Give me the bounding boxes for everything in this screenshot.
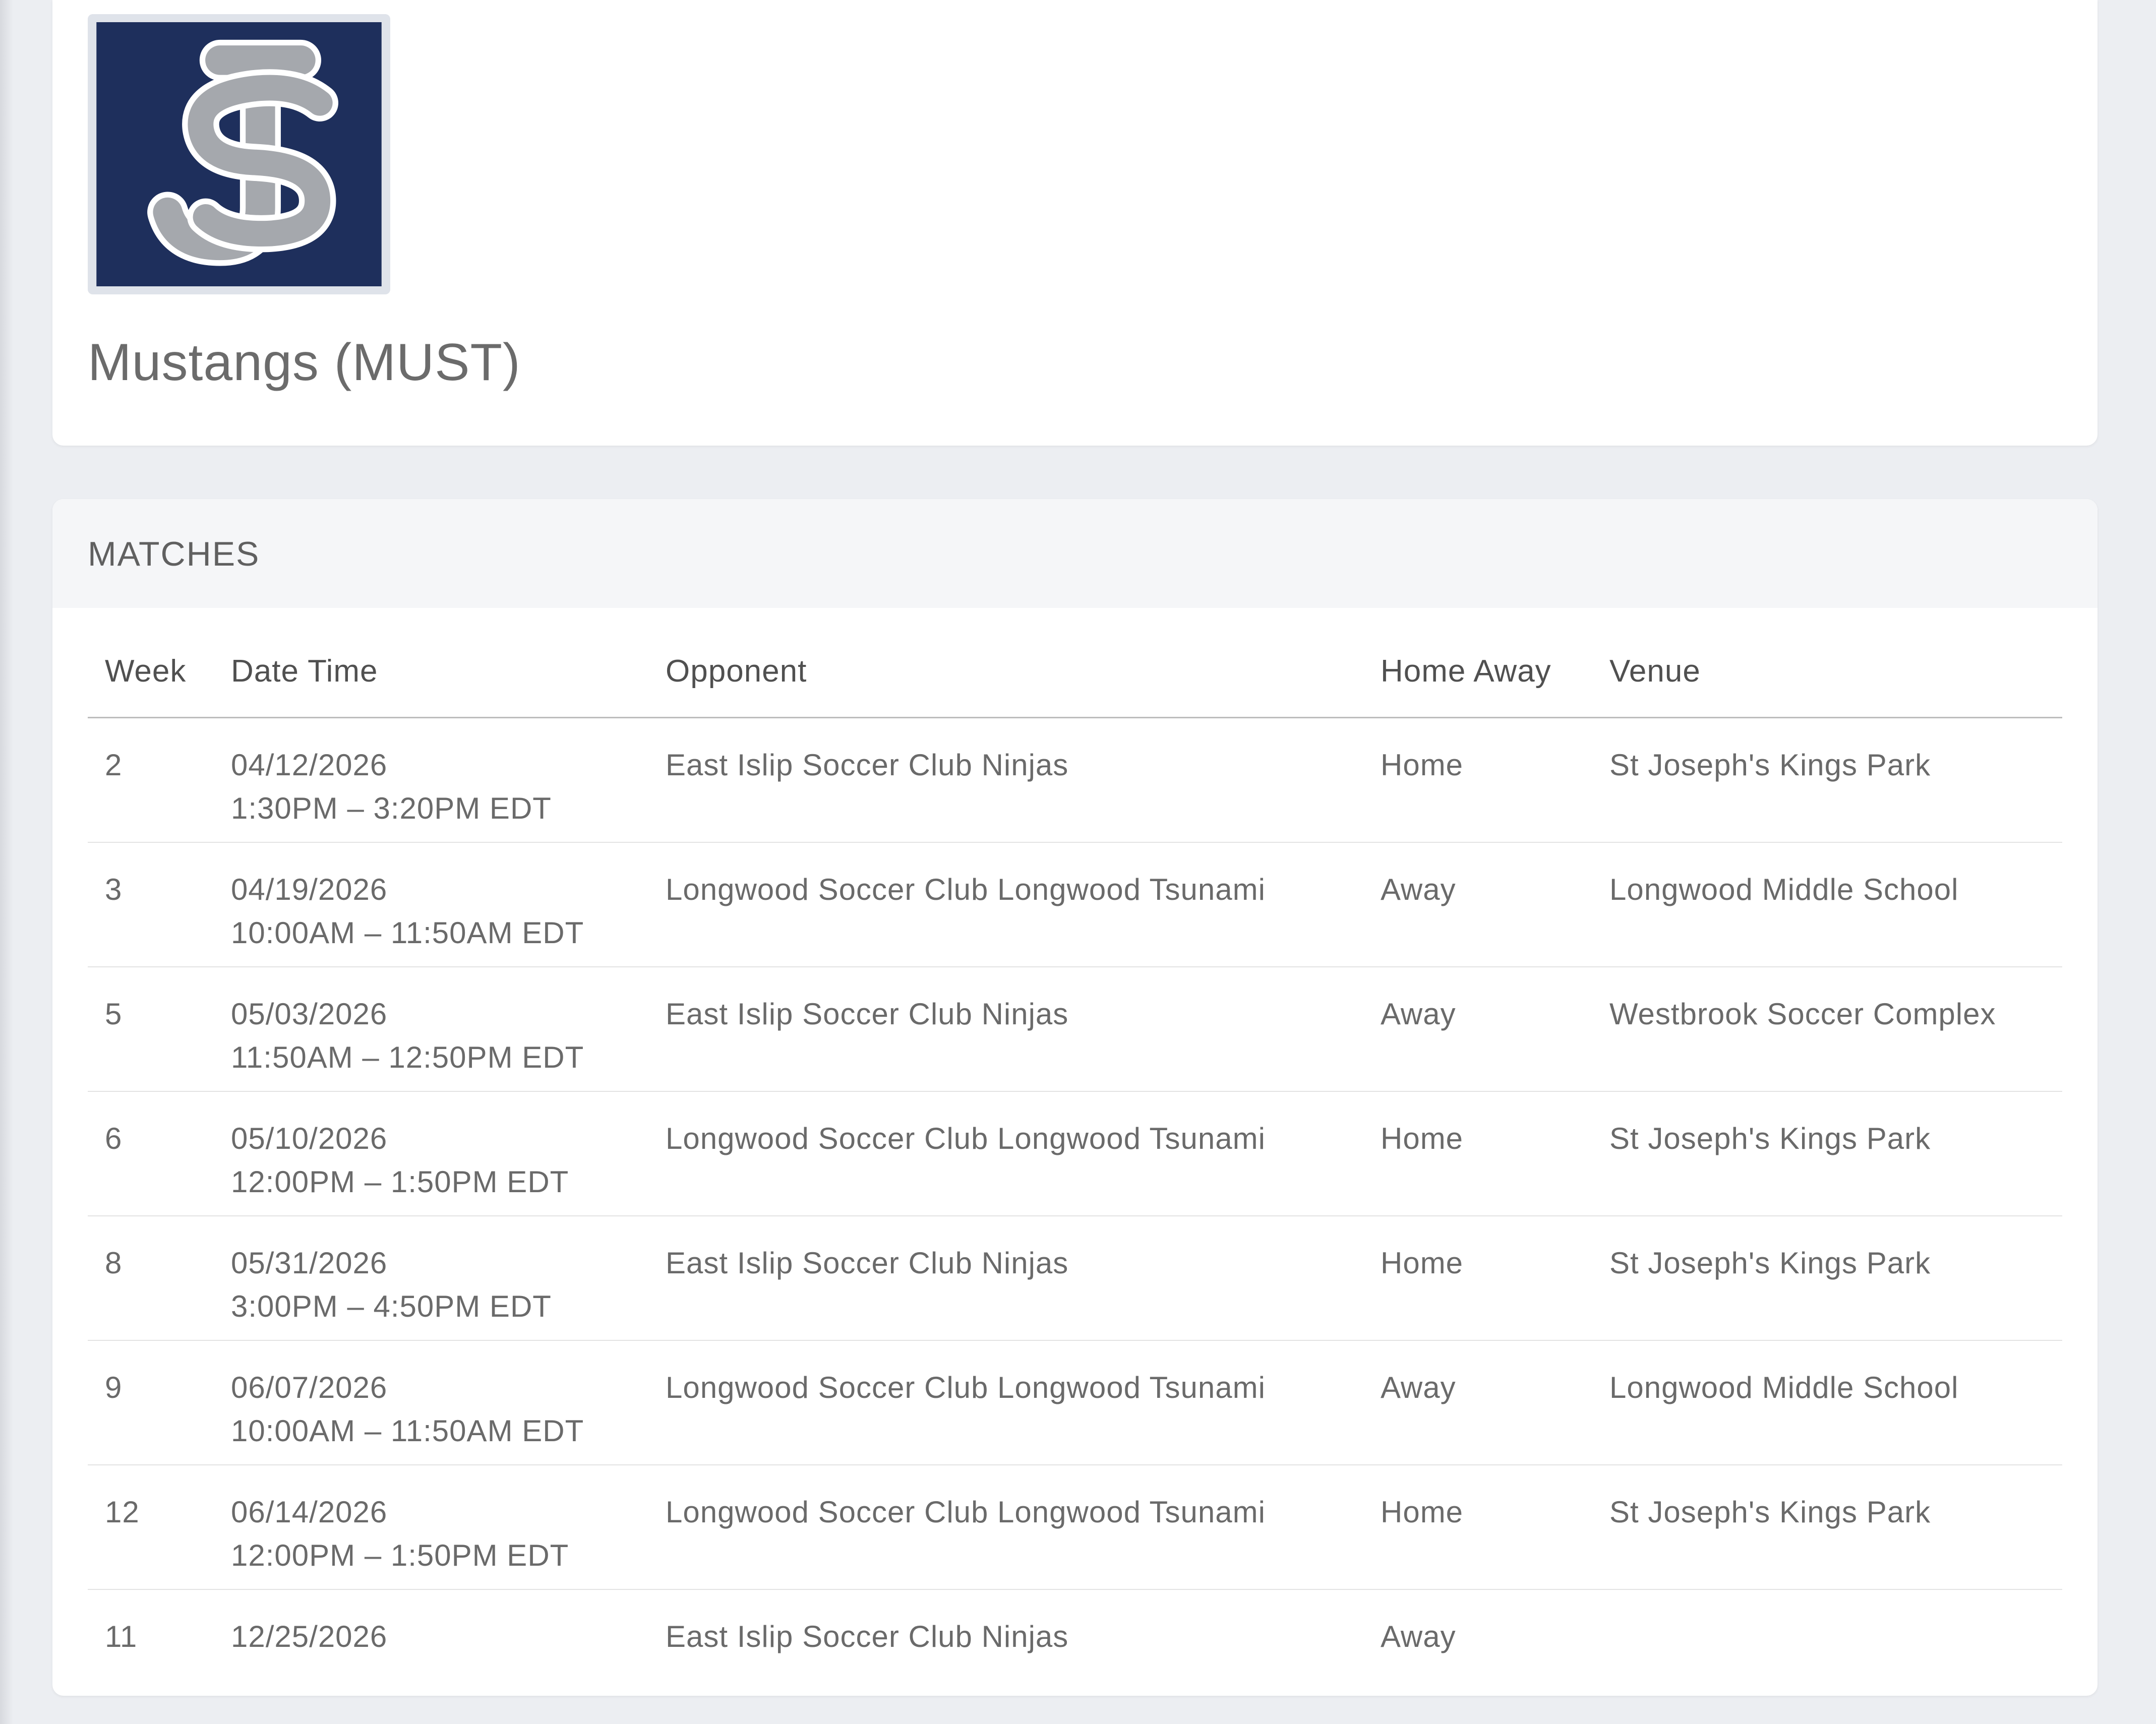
cell-homeaway: Home: [1381, 1495, 1464, 1529]
page-left-edge: [0, 0, 13, 1724]
cell-homeaway: Away: [1381, 1371, 1456, 1404]
table-row[interactable]: 6 05/10/2026 12:00PM – 1:50PM EDT Longwoo…: [88, 1092, 2062, 1216]
cell-time: 3:00PM – 4:50PM EDT: [231, 1289, 552, 1323]
cell-week: 11: [105, 1620, 138, 1653]
cell-date: 05/03/2026: [231, 997, 388, 1031]
column-header-opponent[interactable]: Opponent: [666, 653, 807, 689]
table-row[interactable]: 2 04/12/2026 1:30PM – 3:20PM EDT East Isl…: [88, 718, 2062, 843]
cell-datetime: 05/03/2026 11:50AM – 12:50PM EDT: [231, 993, 584, 1079]
matches-table: Week Date Time Opponent Home Away Venue …: [88, 613, 2062, 1696]
cell-venue: Longwood Middle School: [1609, 873, 1959, 906]
cell-opponent: Longwood Soccer Club Longwood Tsunami: [666, 1371, 1266, 1404]
table-row[interactable]: 8 05/31/2026 3:00PM – 4:50PM EDT East Isl…: [88, 1216, 2062, 1341]
cell-datetime: 04/19/2026 10:00AM – 11:50AM EDT: [231, 868, 584, 955]
cell-time: 1:30PM – 3:20PM EDT: [231, 791, 552, 825]
cell-datetime: 06/14/2026 12:00PM – 1:50PM EDT: [231, 1491, 569, 1577]
cell-time: 12:00PM – 1:50PM EDT: [231, 1165, 569, 1199]
cell-date: 05/10/2026: [231, 1122, 388, 1155]
column-header-venue[interactable]: Venue: [1609, 653, 1701, 689]
cell-opponent: Longwood Soccer Club Longwood Tsunami: [666, 1122, 1266, 1155]
cell-homeaway: Home: [1381, 1122, 1464, 1155]
team-name: Mustangs (MUST): [88, 333, 521, 392]
js-monogram-logo-icon: [96, 22, 382, 286]
cell-date: 06/07/2026: [231, 1371, 388, 1404]
cell-date: 05/31/2026: [231, 1246, 388, 1280]
cell-datetime: 04/12/2026 1:30PM – 3:20PM EDT: [231, 744, 552, 830]
cell-homeaway: Away: [1381, 873, 1456, 906]
matches-header: MATCHES: [52, 499, 2098, 608]
table-row[interactable]: 11 12/25/2026 East Islip Soccer Club Nin…: [88, 1590, 2062, 1696]
matches-title: MATCHES: [88, 535, 260, 573]
cell-datetime: 12/25/2026: [231, 1615, 387, 1658]
cell-date: 04/19/2026: [231, 873, 388, 906]
cell-opponent: East Islip Soccer Club Ninjas: [666, 997, 1069, 1031]
cell-venue: St Joseph's Kings Park: [1609, 1495, 1931, 1529]
column-header-homeaway[interactable]: Home Away: [1381, 653, 1551, 689]
cell-time: 10:00AM – 11:50AM EDT: [231, 1414, 584, 1448]
table-row[interactable]: 5 05/03/2026 11:50AM – 12:50PM EDT East I…: [88, 967, 2062, 1092]
cell-date: 04/12/2026: [231, 748, 388, 782]
cell-week: 6: [105, 1122, 123, 1155]
cell-homeaway: Home: [1381, 1246, 1464, 1280]
cell-datetime: 05/31/2026 3:00PM – 4:50PM EDT: [231, 1242, 552, 1328]
cell-venue: Westbrook Soccer Complex: [1609, 997, 1996, 1031]
cell-time: 10:00AM – 11:50AM EDT: [231, 916, 584, 950]
cell-time: 11:50AM – 12:50PM EDT: [231, 1040, 584, 1074]
table-row[interactable]: 3 04/19/2026 10:00AM – 11:50AM EDT Longwo…: [88, 843, 2062, 967]
cell-venue: St Joseph's Kings Park: [1609, 748, 1931, 782]
team-logo: [88, 14, 390, 294]
cell-opponent: Longwood Soccer Club Longwood Tsunami: [666, 1495, 1266, 1529]
cell-date: 06/14/2026: [231, 1495, 388, 1529]
cell-opponent: East Islip Soccer Club Ninjas: [666, 1620, 1069, 1653]
table-row[interactable]: 12 06/14/2026 12:00PM – 1:50PM EDT Longwo…: [88, 1465, 2062, 1590]
table-header-row: Week Date Time Opponent Home Away Venue: [88, 613, 2062, 718]
cell-opponent: East Islip Soccer Club Ninjas: [666, 748, 1069, 782]
cell-week: 8: [105, 1246, 123, 1280]
cell-week: 9: [105, 1371, 123, 1404]
column-header-week[interactable]: Week: [105, 653, 186, 689]
cell-week: 12: [105, 1495, 140, 1529]
cell-homeaway: Away: [1381, 1620, 1456, 1653]
cell-opponent: Longwood Soccer Club Longwood Tsunami: [666, 873, 1266, 906]
cell-venue: St Joseph's Kings Park: [1609, 1246, 1931, 1280]
cell-datetime: 06/07/2026 10:00AM – 11:50AM EDT: [231, 1366, 584, 1453]
cell-homeaway: Home: [1381, 748, 1464, 782]
cell-homeaway: Away: [1381, 997, 1456, 1031]
table-row[interactable]: 9 06/07/2026 10:00AM – 11:50AM EDT Longwo…: [88, 1341, 2062, 1465]
cell-week: 5: [105, 997, 123, 1031]
cell-week: 2: [105, 748, 123, 782]
column-header-datetime[interactable]: Date Time: [231, 653, 378, 689]
cell-opponent: East Islip Soccer Club Ninjas: [666, 1246, 1069, 1280]
cell-time: 12:00PM – 1:50PM EDT: [231, 1538, 569, 1572]
cell-date: 12/25/2026: [231, 1620, 388, 1653]
team-header-card: Mustangs (MUST): [52, 0, 2098, 446]
cell-venue: St Joseph's Kings Park: [1609, 1122, 1931, 1155]
cell-datetime: 05/10/2026 12:00PM – 1:50PM EDT: [231, 1117, 569, 1204]
cell-week: 3: [105, 873, 123, 906]
matches-card: MATCHES Week Date Time Opponent Home Awa…: [52, 499, 2098, 1696]
cell-venue: Longwood Middle School: [1609, 1371, 1959, 1404]
